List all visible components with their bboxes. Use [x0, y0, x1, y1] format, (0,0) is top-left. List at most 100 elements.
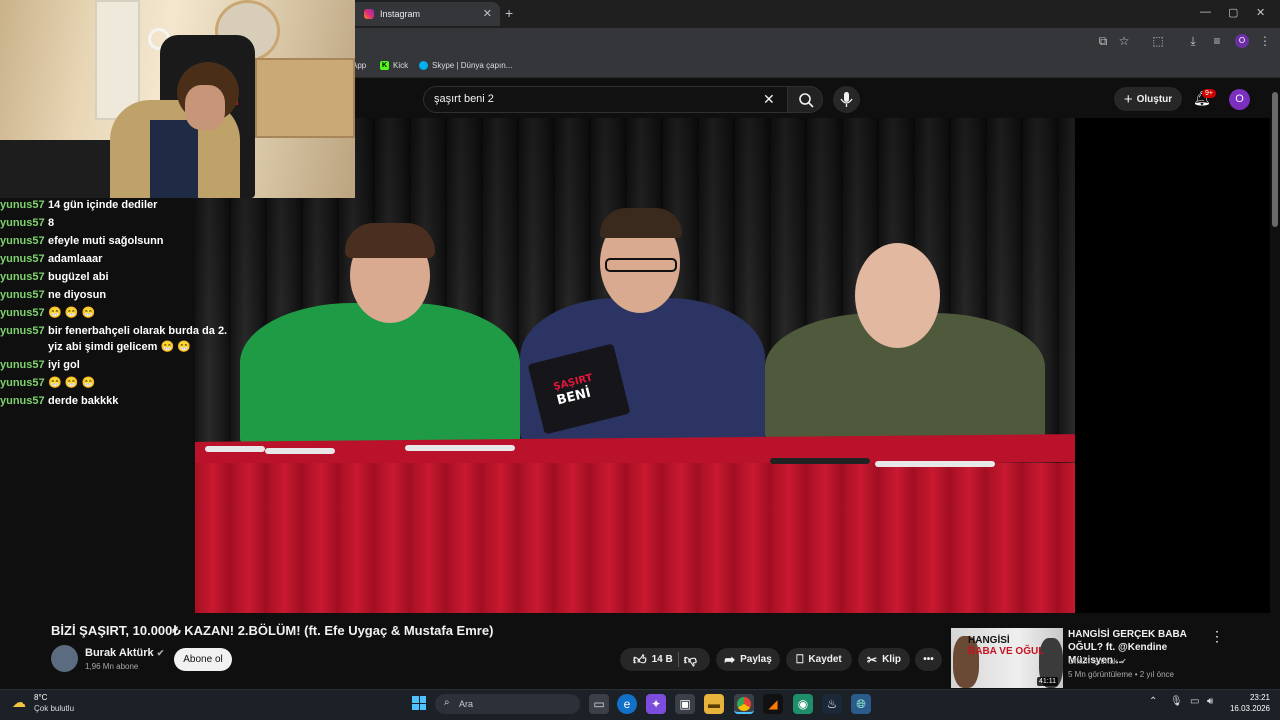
- subscribe-button[interactable]: Abone ol: [174, 648, 232, 671]
- new-tab-button[interactable]: +: [505, 5, 513, 21]
- divider: [677, 652, 679, 667]
- search-input[interactable]: şaşırt beni 2: [423, 86, 788, 113]
- reading-list-icon[interactable]: ≡: [1210, 34, 1224, 48]
- maximize-icon[interactable]: ▢: [1228, 6, 1238, 19]
- card-stack: [875, 461, 995, 467]
- cam-door: [95, 0, 140, 120]
- chat-message: yunus57 adamlaaar: [0, 250, 240, 268]
- windows-taskbar: [0, 689, 1280, 720]
- chat-text: 8: [48, 217, 55, 229]
- chat-username: yunus57: [0, 217, 45, 229]
- dislike-button[interactable]: 👎︎: [684, 652, 697, 668]
- chat-text: iyi gol: [48, 359, 80, 371]
- instagram-icon: [364, 9, 374, 19]
- voice-search-button[interactable]: [833, 86, 860, 113]
- start-button[interactable]: [412, 696, 426, 710]
- chat-text: 14 gün içinde dediler: [48, 199, 158, 211]
- cam-streamer-face: [185, 85, 225, 130]
- thumb-line-1: HANGİSİ: [968, 635, 1010, 646]
- cloud-icon[interactable]: ☁: [12, 694, 26, 711]
- weather-temperature[interactable]: 8°C: [34, 693, 47, 702]
- close-tab-icon[interactable]: ✕: [483, 7, 492, 20]
- recommended-meta: 5 Mn görüntüleme • 2 yıl önce: [1068, 670, 1174, 679]
- clear-search-icon[interactable]: ✕: [763, 91, 775, 108]
- volume-icon[interactable]: 🔊︎: [1207, 696, 1213, 707]
- recommended-channel[interactable]: Orkun Işıtmak ✔: [1068, 657, 1127, 666]
- create-button[interactable]: + Oluştur: [1114, 87, 1182, 111]
- downloads-icon[interactable]: ⤓: [1186, 34, 1200, 48]
- store-icon[interactable]: ▣: [675, 694, 695, 714]
- save-label: Kaydet: [808, 654, 842, 665]
- browser-menu-icon[interactable]: ⋮: [1258, 34, 1272, 48]
- search-button[interactable]: [787, 86, 823, 113]
- bookmark-label: Skype | Dünya çapın...: [432, 61, 513, 70]
- verified-icon: ✔: [1120, 657, 1127, 666]
- browser-profile-avatar[interactable]: O: [1235, 34, 1249, 48]
- thumbs-up-icon: 👍︎: [633, 651, 647, 667]
- share-button[interactable]: ➦ Paylaş: [716, 648, 780, 671]
- tab-instagram[interactable]: Instagram ✕: [350, 2, 500, 26]
- streaming-app-icon[interactable]: ◉: [793, 694, 813, 714]
- card-stack: [405, 445, 515, 451]
- extensions-icon[interactable]: ⬚: [1151, 34, 1165, 48]
- install-app-icon[interactable]: ⧉: [1096, 34, 1110, 48]
- edge-icon[interactable]: e: [617, 694, 637, 714]
- chat-username: yunus57: [0, 199, 45, 211]
- chat-text: ne diyosun: [48, 289, 107, 301]
- video-duration: 41:11: [1037, 677, 1058, 686]
- close-window-icon[interactable]: ✕: [1256, 6, 1265, 19]
- recommended-channel-name: Orkun Işıtmak: [1068, 657, 1118, 666]
- globe-app-icon[interactable]: 🌐︎: [851, 694, 871, 714]
- save-button[interactable]: ⎕ Kaydet: [786, 648, 852, 671]
- more-actions-button[interactable]: •••: [915, 648, 942, 671]
- clip-button[interactable]: ✂ Klip: [858, 648, 910, 671]
- tab-title: Instagram: [380, 9, 421, 19]
- chat-text: adamlaaar: [48, 253, 103, 265]
- chat-message: yunus57 14 gün içinde dediler: [0, 196, 240, 214]
- search-icon: [799, 93, 814, 108]
- bookmark-kick[interactable]: K Kick: [380, 61, 408, 70]
- like-button[interactable]: 👍︎ 14 B: [633, 652, 673, 668]
- thumb-line-2: BABA VE OĞUL: [968, 646, 1045, 657]
- chat-username: yunus57: [0, 359, 45, 371]
- chrome-logo: [737, 697, 751, 711]
- copilot-icon[interactable]: ✦: [646, 694, 666, 714]
- taskbar-search[interactable]: Ara: [435, 694, 580, 714]
- chat-text: 😁 😁 😁: [48, 377, 96, 389]
- channel-name[interactable]: Burak Aktürk ✔: [85, 647, 164, 659]
- card-stack: [770, 458, 870, 464]
- minimize-icon[interactable]: —: [1200, 6, 1211, 18]
- task-view-icon[interactable]: ▭: [589, 694, 609, 714]
- subscriber-count: 1,96 Mn abone: [85, 662, 139, 671]
- display-icon[interactable]: ▭: [1190, 696, 1199, 707]
- chat-message: yunus57 ne diyosun: [0, 286, 240, 304]
- chat-text: 😁 😁 😁: [48, 307, 96, 319]
- show-hidden-icons[interactable]: ⌃: [1149, 696, 1157, 707]
- verified-icon: ✔: [156, 648, 165, 658]
- avatar[interactable]: O: [1229, 89, 1250, 110]
- share-label: Paylaş: [740, 654, 772, 665]
- weather-description[interactable]: Çok bulutlu: [34, 704, 74, 713]
- chat-message: yunus57 bugüzel abi: [0, 268, 240, 286]
- more-options-icon[interactable]: ⋮: [1210, 628, 1224, 645]
- windows-logo-pane: [419, 703, 426, 710]
- bookmark-star-icon[interactable]: ☆: [1117, 34, 1131, 48]
- video-title: BİZİ ŞAŞIRT, 10.000₺ KAZAN! 2.BÖLÜM! (ft…: [51, 623, 494, 638]
- media-app-icon[interactable]: ◢: [763, 694, 783, 714]
- microphone-tray-icon[interactable]: 🎙︎: [1170, 696, 1183, 707]
- channel-avatar[interactable]: [51, 645, 78, 672]
- scrollbar-thumb[interactable]: [1272, 92, 1278, 227]
- chat-username: yunus57: [0, 307, 45, 319]
- thumbs-down-icon: 👎︎: [683, 651, 697, 667]
- chat-text: bugüzel abi: [48, 271, 109, 283]
- chrome-icon[interactable]: [734, 694, 754, 714]
- chat-message: yunus57 derde bakkkk: [0, 392, 240, 410]
- chat-message: yunus57 😁 😁 😁: [0, 304, 240, 322]
- file-explorer-icon[interactable]: ▬: [704, 694, 724, 714]
- tablecloth: [195, 463, 1075, 613]
- thumbnail-caption: HANGİSİ BABA VE OĞUL: [968, 635, 1044, 657]
- card-stack: [205, 446, 265, 452]
- steam-icon[interactable]: ♨: [822, 694, 842, 714]
- taskbar-clock[interactable]: 23:21 16.03.2026: [1228, 692, 1270, 714]
- bookmark-skype[interactable]: Skype | Dünya çapın...: [419, 61, 512, 70]
